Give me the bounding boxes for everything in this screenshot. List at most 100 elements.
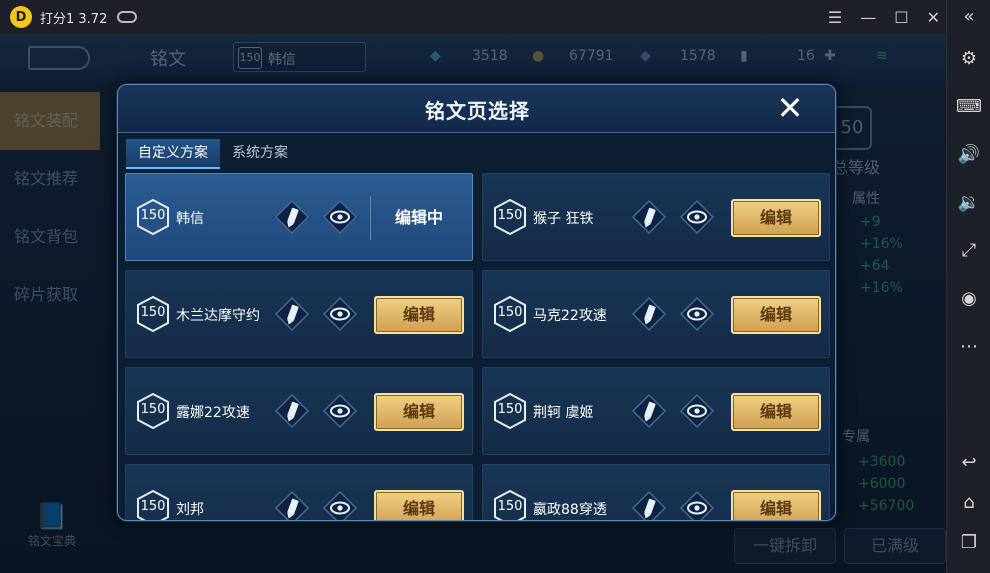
max-level-button[interactable]: 已满级: [844, 528, 946, 564]
minimize-icon[interactable]: —: [860, 8, 876, 27]
attr-value: +9: [860, 214, 881, 230]
scheme-tabs: 自定义方案 系统方案: [126, 139, 300, 169]
preview-eye-icon[interactable]: [322, 393, 358, 429]
page-name: 嬴政88穿透: [533, 502, 607, 518]
inscription-dictionary[interactable]: 📘 铭文宝典: [20, 502, 84, 549]
volume-up-icon[interactable]: 🔊: [947, 144, 990, 165]
tab-system[interactable]: 系统方案: [220, 139, 300, 169]
disassemble-all-button[interactable]: 一键拆卸: [734, 528, 836, 564]
preview-eye-icon[interactable]: [679, 393, 715, 429]
rename-pencil-icon[interactable]: [631, 490, 667, 520]
page-level: 150: [140, 208, 166, 223]
app-logo-icon: D: [10, 6, 32, 28]
page-card[interactable]: 150 韩信 编辑中: [125, 173, 473, 261]
preview-eye-icon[interactable]: [322, 490, 358, 520]
more-icon[interactable]: ⋯: [947, 336, 990, 357]
page-level: 150: [140, 402, 166, 417]
preview-eye-icon[interactable]: [322, 296, 358, 332]
preview-eye-icon[interactable]: [679, 490, 715, 520]
page-level: 150: [140, 499, 166, 514]
menu-icon[interactable]: ☰: [828, 8, 842, 27]
window-title: 打分1 3.72: [40, 11, 108, 27]
dialog-header: 铭文页选择 ✕: [118, 85, 835, 133]
menu-bag[interactable]: 铭文背包: [0, 208, 100, 266]
page-level: 150: [497, 402, 523, 417]
page-card[interactable]: 150 荆轲 虞姬 编辑: [482, 367, 830, 455]
page-card[interactable]: 150 刘邦 编辑: [125, 464, 473, 520]
page-card[interactable]: 150 木兰达摩守约 编辑: [125, 270, 473, 358]
stat-cards: 16: [797, 48, 815, 64]
preview-eye-icon[interactable]: [322, 199, 358, 235]
back-icon[interactable]: ↩: [947, 452, 990, 473]
recent-apps-icon[interactable]: ❐: [947, 532, 990, 553]
level-hex-icon: 150: [136, 392, 170, 430]
page-card[interactable]: 150 猴子 狂铁 编辑: [482, 173, 830, 261]
edit-button[interactable]: 编辑: [374, 296, 464, 334]
dictionary-label: 铭文宝典: [27, 534, 76, 548]
rename-pencil-icon[interactable]: [631, 199, 667, 235]
rename-pencil-icon[interactable]: [274, 490, 310, 520]
page-name: 荆轲 虞姬: [533, 405, 594, 421]
card-icon: ▮: [740, 48, 748, 64]
inscription-page-dialog: 铭文页选择 ✕ 自定义方案 系统方案 150 韩信 编辑中 150 猴子 狂铁 编辑 150…: [117, 84, 836, 521]
edit-button[interactable]: 编辑: [731, 490, 821, 520]
emulator-sidebar: « ⚙ ⌨ 🔊 🔉 ⤢ ◉ ⋯ ↩ ⌂ ❐: [946, 0, 990, 573]
keyboard-icon[interactable]: ⌨: [947, 96, 990, 117]
level-hex-icon: 150: [493, 489, 527, 520]
attr-label: 属性: [852, 191, 880, 207]
exclusive-value: +56700: [858, 498, 915, 514]
maximize-icon[interactable]: ☐: [894, 8, 908, 27]
rename-pencil-icon[interactable]: [274, 296, 310, 332]
page-card[interactable]: 150 露娜22攻速 编辑: [125, 367, 473, 455]
tab-custom[interactable]: 自定义方案: [126, 139, 220, 169]
settings-gear-icon[interactable]: ⚙: [947, 48, 990, 69]
wifi-icon: ≋: [876, 48, 888, 64]
hero-level-badge: 150: [238, 47, 262, 69]
page-card[interactable]: 150 马克22攻速 编辑: [482, 270, 830, 358]
close-icon[interactable]: ✕: [773, 91, 807, 125]
rename-pencil-icon[interactable]: [274, 199, 310, 235]
level-hex-icon: 150: [136, 198, 170, 236]
hero-selector[interactable]: 150 韩信: [233, 42, 366, 72]
edit-button[interactable]: 编辑: [731, 296, 821, 334]
menu-shards[interactable]: 碎片获取: [0, 266, 100, 324]
page-name: 马克22攻速: [533, 308, 607, 324]
rename-pencil-icon[interactable]: [631, 296, 667, 332]
edit-button[interactable]: 编辑: [374, 393, 464, 431]
divider: [370, 196, 371, 240]
exclusive-value: +3600: [858, 454, 906, 470]
level-hex-icon: 150: [493, 295, 527, 333]
rename-pencil-icon[interactable]: [274, 393, 310, 429]
menu-equip[interactable]: 铭文装配: [0, 92, 100, 150]
inscription-menu: 铭文装配 铭文推荐 铭文背包 碎片获取: [0, 92, 100, 324]
stat-crystal: 1578: [680, 48, 716, 64]
edit-button[interactable]: 编辑: [374, 490, 464, 520]
add-icon[interactable]: ✚: [824, 48, 836, 64]
menu-recommend[interactable]: 铭文推荐: [0, 150, 100, 208]
fullscreen-icon[interactable]: ⤢: [947, 240, 990, 261]
page-card[interactable]: 150 嬴政88穿透 编辑: [482, 464, 830, 520]
total-level-label: 总等级: [832, 158, 881, 177]
volume-down-icon[interactable]: 🔉: [947, 192, 990, 213]
home-icon[interactable]: ⌂: [947, 492, 990, 513]
game-back-button[interactable]: [28, 46, 90, 70]
record-icon[interactable]: ◉: [947, 288, 990, 309]
attr-value: +16%: [860, 280, 903, 296]
hero-name: 韩信: [268, 52, 296, 68]
level-hex-icon: 150: [493, 392, 527, 430]
preview-eye-icon[interactable]: [679, 296, 715, 332]
screen-title: 铭文: [150, 49, 186, 70]
preview-eye-icon[interactable]: [679, 199, 715, 235]
page-level: 150: [497, 499, 523, 514]
page-name: 猴子 狂铁: [533, 211, 594, 227]
collapse-icon[interactable]: «: [947, 6, 990, 27]
edit-button[interactable]: 编辑: [731, 199, 821, 237]
window-close-icon[interactable]: ✕: [927, 8, 940, 27]
level-hex-icon: 150: [493, 198, 527, 236]
page-name: 露娜22攻速: [176, 405, 250, 421]
stats-panel: 50 总等级 属性 +9 +16% +64 +16%: [830, 104, 946, 404]
rename-pencil-icon[interactable]: [631, 393, 667, 429]
edit-button[interactable]: 编辑: [731, 393, 821, 431]
gamepad-icon[interactable]: [117, 11, 138, 23]
page-level: 150: [140, 305, 166, 320]
